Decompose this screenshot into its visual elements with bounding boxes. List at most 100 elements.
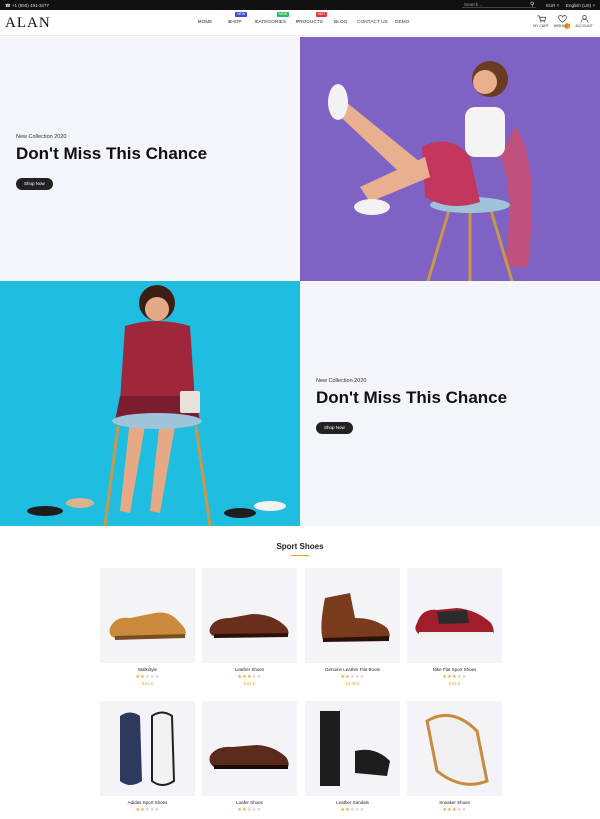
rating-stars: ★★★★★	[305, 674, 400, 680]
heart-icon	[557, 15, 567, 23]
cart-label: MY CART	[533, 24, 549, 28]
woman-with-shoes-illustration	[0, 281, 300, 526]
star-icon: ★	[461, 807, 467, 813]
product-name[interactable]: Nike Flat Sport Shoes	[407, 667, 502, 672]
product-name[interactable]: Leather Sandals	[305, 800, 400, 805]
hero-subtitle: New Collection 2020	[16, 134, 67, 140]
star-icon: ★	[256, 807, 262, 813]
shop-now-button[interactable]: Shop Now	[316, 422, 353, 434]
product-price: 9.54 €	[141, 681, 154, 686]
badge-new: NEW	[277, 12, 290, 17]
section-title-underline	[291, 555, 309, 556]
product-name[interactable]: Adidas Sport Shoes	[100, 800, 195, 805]
rating-stars: ★★★★★	[202, 674, 297, 680]
rating-stars: ★★★★★	[100, 807, 195, 813]
product-name[interactable]: Loafer Shoes	[202, 800, 297, 805]
product-image[interactable]	[202, 568, 297, 663]
shop-now-button[interactable]: Shop Now	[16, 178, 53, 190]
logo[interactable]: ALAN	[5, 15, 51, 32]
hero-1-image	[300, 37, 600, 281]
nav-item-blog[interactable]: BLOG	[334, 20, 347, 25]
product-card[interactable]: Leather Sandals ★★★★★	[305, 701, 400, 814]
product-name[interactable]: Genuine Leather Flat Boots	[305, 667, 400, 672]
hero-title: Don't Miss This Chance	[316, 388, 508, 407]
product-card[interactable]: Sneaker Shoes ★★★★★	[407, 701, 502, 814]
star-icon: ★	[256, 674, 262, 680]
hero-2-text: New Collection 2020 Don't Miss This Chan…	[316, 378, 507, 434]
user-icon	[580, 15, 588, 23]
cart-button[interactable]: MY CART	[530, 15, 552, 28]
star-icon: ★	[154, 807, 160, 813]
cart-icon	[537, 15, 546, 23]
chevron-down-icon: ˅	[296, 20, 299, 25]
product-card[interactable]: Walkstyle ★★★★★ 9.54 €	[100, 568, 195, 686]
shoe-image	[120, 711, 176, 786]
language-label: English (US)	[566, 2, 592, 8]
star-icon: ★	[461, 674, 467, 680]
product-price: 9.81 €	[448, 681, 461, 686]
product-image[interactable]	[202, 701, 297, 796]
hero-banner-1: New Collection 2020 Don't Miss This Chan…	[0, 37, 600, 281]
product-price: 9.81 €	[243, 681, 256, 686]
product-image[interactable]	[407, 568, 502, 663]
star-icon: ★	[359, 807, 365, 813]
product-card[interactable]: Nike Flat Sport Shoes ★★★★★ 9.81 €	[407, 568, 502, 686]
product-price: 19.35 €	[345, 681, 360, 686]
shoe-image	[209, 614, 289, 638]
hero-1-text: New Collection 2020 Don't Miss This Chan…	[16, 134, 207, 190]
chevron-down-icon: ˅	[592, 2, 596, 8]
rating-stars: ★★★★★	[100, 674, 195, 680]
account-label: ACCOUNT	[575, 24, 593, 28]
product-image[interactable]	[100, 701, 195, 796]
top-bar: ☎ +1 (650) 491-3277 Search... ⚲ EUR ˅ En…	[0, 0, 600, 10]
product-name[interactable]: Sneaker Shoes	[407, 800, 502, 805]
nav-label: PRODUCTS	[296, 20, 323, 25]
shoe-image	[209, 745, 289, 769]
search-icon[interactable]: ⚲	[530, 1, 534, 8]
currency-label: EUR	[546, 2, 556, 8]
search-input[interactable]: Search...	[462, 2, 536, 8]
shoe-image	[321, 593, 390, 642]
product-image[interactable]	[305, 701, 400, 796]
badge-hot: HOT	[316, 12, 328, 17]
shoe-image	[415, 608, 494, 638]
hero-subtitle: New Collection 2020	[316, 378, 367, 384]
phone-text: +1 (650) 491-3277	[11, 2, 50, 8]
star-icon: ★	[154, 674, 160, 680]
chevron-down-icon: ˅	[255, 20, 258, 25]
hero-2-image	[0, 281, 300, 526]
chevron-down-icon: ˅	[198, 20, 201, 25]
woman-on-chair-illustration	[300, 37, 600, 281]
rating-stars: ★★★★★	[407, 674, 502, 680]
product-image[interactable]	[305, 568, 400, 663]
hero-banner-2: New Collection 2020 Don't Miss This Chan…	[0, 281, 600, 526]
product-name[interactable]: Leather Shoes	[202, 667, 297, 672]
nav-label: CATEGORIES	[255, 20, 287, 25]
currency-selector[interactable]: EUR ˅	[546, 3, 559, 8]
rating-stars: ★★★★★	[202, 807, 297, 813]
site-header: ALAN HOME ˅ SHOP ˅ CATEGORIES ˅ PRODUCTS…	[0, 10, 600, 36]
nav-item-contact[interactable]: CONTACT US	[357, 20, 388, 25]
section-title: Sport Shoes	[276, 542, 324, 551]
rating-stars: ★★★★★	[305, 807, 400, 813]
product-card[interactable]: Adidas Sport Shoes ★★★★★	[100, 701, 195, 814]
chevron-down-icon: ˅	[556, 2, 560, 8]
product-image[interactable]	[100, 568, 195, 663]
shoe-image	[320, 711, 390, 786]
nav-item-demo[interactable]: DEMO	[395, 20, 409, 25]
account-button[interactable]: ACCOUNT	[573, 15, 595, 28]
rating-stars: ★★★★★	[407, 807, 502, 813]
wishlist-label: WISHLIST	[553, 24, 571, 28]
wishlist-button[interactable]: WISHLIST	[551, 15, 573, 28]
chevron-down-icon: ˅	[228, 20, 231, 25]
shoe-image	[109, 612, 186, 640]
product-name[interactable]: Walkstyle	[100, 667, 195, 672]
shoe-image	[425, 713, 489, 786]
product-card[interactable]: Leather Shoes ★★★★★ 9.81 €	[202, 568, 297, 686]
product-card[interactable]: Genuine Leather Flat Boots ★★★★★ 19.35 €	[305, 568, 400, 686]
product-image[interactable]	[407, 701, 502, 796]
language-selector[interactable]: English (US) ˅	[566, 3, 595, 8]
badge-new: NEW	[235, 12, 248, 17]
product-card[interactable]: Loafer Shoes ★★★★★	[202, 701, 297, 814]
phone-number[interactable]: ☎ +1 (650) 491-3277	[5, 3, 49, 9]
